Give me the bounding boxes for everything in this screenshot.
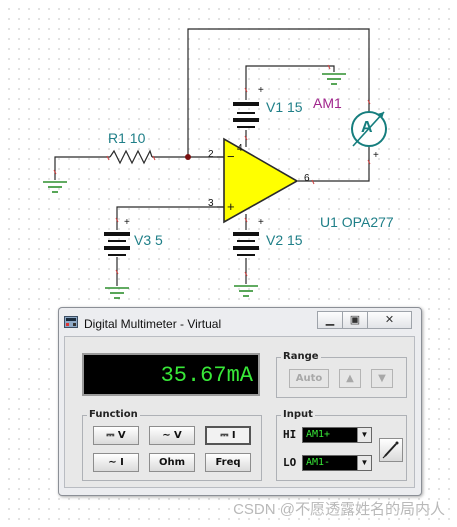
hi-select[interactable]: AM1+ ▼ [302, 427, 372, 443]
multimeter-panel: 35.67mA Range Auto ▲ ▼ Function ⎓ V ∼ V … [64, 336, 415, 488]
u1-label: U1 OPA277 [320, 214, 394, 230]
input-title: Input [281, 409, 315, 420]
freq-button[interactable]: Freq [205, 453, 251, 472]
ac-voltage-button[interactable]: ∼ V [149, 426, 195, 445]
ammeter-symbol: A [361, 119, 373, 136]
pin-3-label: 3 [208, 198, 214, 209]
dc-current-button[interactable]: ⎓ I [205, 426, 251, 445]
ground-icon [322, 73, 346, 85]
multimeter-app-icon [64, 316, 78, 328]
opamp-icon [223, 137, 299, 224]
ac-current-button[interactable]: ∼ I [93, 453, 139, 472]
v1-battery-icon [233, 102, 259, 128]
function-group: Function ⎓ V ∼ V ⎓ I ∼ I Ohm Freq [82, 409, 262, 481]
v2-plus-label: + [258, 217, 264, 228]
watermark: CSDN @不愿透露姓名的局内人 [233, 501, 445, 518]
probe-settings-button[interactable] [379, 438, 403, 462]
range-title: Range [281, 351, 321, 362]
v1-label: V1 15 [266, 99, 303, 115]
pin-2-label: 2 [208, 149, 214, 160]
v2-battery-icon [233, 232, 259, 256]
reading-value: 35.67mA [160, 363, 253, 388]
feedback-wire [187, 28, 370, 157]
minimize-button[interactable]: ▁ [317, 311, 343, 329]
junction-dot [185, 154, 191, 160]
lo-select-value: AM1- [306, 457, 331, 468]
maximize-button[interactable]: ▣ [342, 311, 368, 329]
input-group: Input HI AM1+ ▼ LO AM1- ▼ [276, 409, 407, 481]
lo-label: LO [283, 456, 297, 469]
hi-label: HI [283, 428, 297, 441]
reading-display: 35.67mA [82, 353, 260, 396]
v3-label: V3 5 [134, 232, 163, 248]
close-button[interactable]: ✕ [367, 311, 412, 329]
v2-label: V2 15 [266, 232, 303, 248]
v3-battery-icon [104, 232, 130, 256]
ground-icon [43, 181, 67, 193]
chevron-down-icon[interactable]: ▼ [357, 428, 371, 442]
range-down-icon[interactable]: ▼ [371, 369, 393, 388]
r1-label: R1 10 [108, 130, 146, 146]
pin-6-label: 6 [304, 173, 310, 184]
ohm-button[interactable]: Ohm [149, 453, 195, 472]
auto-range-button[interactable]: Auto [289, 369, 329, 388]
multimeter-window[interactable]: Digital Multimeter - Virtual ▁ ▣ ✕ 35.67… [58, 307, 422, 496]
r1-resistor [109, 149, 153, 165]
opamp-plus-label: + [227, 199, 235, 214]
am1-label: AM1 [313, 95, 342, 111]
v3-plus-label: + [124, 217, 130, 228]
hi-select-value: AM1+ [306, 429, 331, 440]
function-title: Function [87, 409, 140, 420]
multimeter-title: Digital Multimeter - Virtual [84, 317, 222, 331]
ground-icon [234, 285, 258, 297]
opamp-minus-label: − [227, 149, 235, 164]
ground-icon [105, 287, 129, 299]
range-up-icon[interactable]: ▲ [339, 369, 361, 388]
chevron-down-icon[interactable]: ▼ [357, 456, 371, 470]
v1-plus-label: + [258, 85, 264, 96]
probe-icon [382, 441, 399, 459]
multimeter-titlebar[interactable]: Digital Multimeter - Virtual ▁ ▣ ✕ [59, 308, 421, 336]
pin-4-label: 4 [237, 143, 243, 154]
range-group: Range Auto ▲ ▼ [276, 351, 407, 398]
ammeter-plus-label: + [373, 150, 379, 161]
lo-select[interactable]: AM1- ▼ [302, 455, 372, 471]
dc-voltage-button[interactable]: ⎓ V [93, 426, 139, 445]
